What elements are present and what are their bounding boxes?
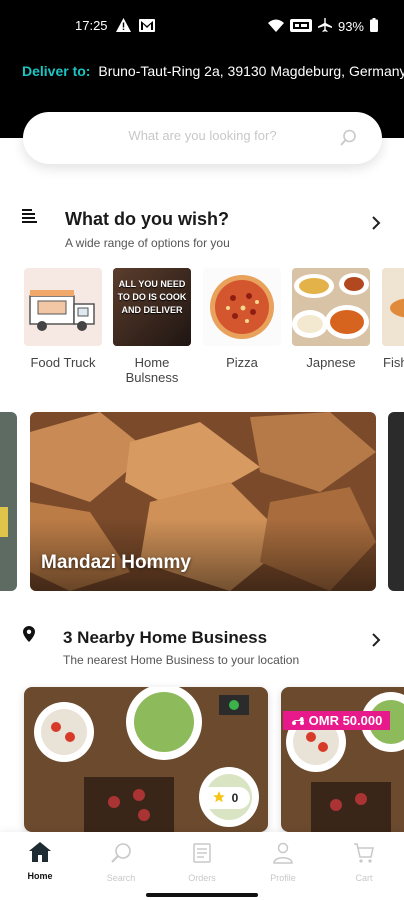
- business-card[interactable]: OMR 50.000: [281, 687, 404, 832]
- location-pin-icon: [23, 626, 35, 647]
- food-spread-image: [281, 687, 404, 832]
- nav-cart[interactable]: Cart: [334, 842, 394, 883]
- home-business-image: ALL YOU NEED TO DO IS COOK AND DELIVER: [113, 268, 191, 346]
- price-badge: OMR 50.000: [283, 711, 391, 730]
- banner-slide[interactable]: Mandazi Hommy: [30, 412, 376, 591]
- business-card[interactable]: 0: [24, 687, 268, 832]
- pizza-image: [203, 268, 281, 346]
- category-food-truck[interactable]: Food Truck: [23, 268, 103, 370]
- menu-list-icon: [22, 208, 38, 229]
- price-value: OMR 50.000: [308, 713, 383, 728]
- battery-percent: 93%: [337, 19, 364, 34]
- airplane-icon: [317, 18, 332, 35]
- fish-image: [382, 268, 404, 346]
- nearby-subtitle: The nearest Home Business to your locati…: [63, 653, 300, 667]
- gesture-bar[interactable]: [146, 893, 258, 897]
- category-label: Food Truck: [30, 355, 96, 370]
- nav-orders[interactable]: Orders: [172, 842, 232, 883]
- app-screen: 17:25 93% Deliver to: Bruno-Taut-Ring 2a…: [0, 0, 404, 900]
- profile-icon: [272, 842, 294, 868]
- battery-icon: [370, 18, 378, 35]
- chevron-right-icon[interactable]: [371, 215, 381, 236]
- wifi-icon: [267, 19, 284, 35]
- star-icon: [212, 790, 226, 807]
- search-icon: [110, 843, 132, 868]
- rating-badge: 0: [200, 787, 250, 809]
- food-spread-image: [24, 687, 268, 832]
- banner-caption: Mandazi Hommy: [41, 552, 191, 573]
- category-fish[interactable]: Fish: [381, 268, 404, 370]
- category-pizza[interactable]: Pizza: [202, 268, 282, 370]
- wish-subtitle: A wide range of options for you: [65, 236, 230, 250]
- mail-icon: [139, 18, 155, 35]
- orders-icon: [191, 843, 213, 868]
- warning-icon: [116, 18, 131, 35]
- search-placeholder: What are you looking for?: [128, 128, 277, 143]
- deliver-label: Deliver to:: [22, 63, 91, 79]
- food-truck-image: [24, 268, 102, 346]
- delivery-scooter-icon: [291, 713, 309, 728]
- search-bar[interactable]: What are you looking for?: [23, 112, 382, 164]
- status-bar: 17:25 93%: [0, 18, 404, 38]
- nav-search[interactable]: Search: [91, 842, 151, 883]
- nav-label: Profile: [270, 873, 296, 883]
- status-time: 17:25: [75, 18, 108, 33]
- category-label: Home Bulsness: [125, 355, 179, 385]
- cart-icon: [353, 843, 375, 868]
- nav-home[interactable]: Home: [10, 842, 70, 881]
- category-home-business[interactable]: ALL YOU NEED TO DO IS COOK AND DELIVER H…: [112, 268, 192, 385]
- nav-label: Home: [27, 871, 53, 881]
- nearby-title: 3 Nearby Home Business: [63, 628, 268, 647]
- nav-profile[interactable]: Profile: [253, 842, 313, 883]
- banner-next-peek[interactable]: [388, 412, 404, 591]
- delivery-address[interactable]: Deliver to: Bruno-Taut-Ring 2a, 39130 Ma…: [22, 63, 404, 79]
- category-label: Pizza: [226, 355, 258, 370]
- rating-value: 0: [231, 791, 239, 805]
- banner-prev-peek[interactable]: [0, 412, 17, 591]
- voice-wifi-icon: [289, 18, 312, 35]
- chevron-right-icon[interactable]: [371, 632, 381, 653]
- address-text: Bruno-Taut-Ring 2a, 39130 Magdeburg, Ger…: [98, 63, 404, 79]
- home-icon: [29, 842, 51, 866]
- nav-label: Cart: [355, 873, 373, 883]
- japanese-image: [292, 268, 370, 346]
- category-label: Japnese: [306, 355, 356, 370]
- thumb-text: ALL YOU NEED TO DO IS COOK AND DELIVER: [117, 279, 187, 315]
- bottom-navigation: Home Search Orders Profile Cart: [0, 832, 404, 900]
- category-list: Food Truck ALL YOU NEED TO DO IS COOK AN…: [0, 268, 404, 398]
- nav-label: Search: [106, 873, 136, 883]
- wish-title: What do you wish?: [65, 209, 229, 229]
- category-japanese[interactable]: Japnese: [291, 268, 371, 370]
- search-icon[interactable]: [340, 129, 357, 151]
- nav-label: Orders: [188, 873, 216, 883]
- category-label: Fish: [383, 355, 404, 370]
